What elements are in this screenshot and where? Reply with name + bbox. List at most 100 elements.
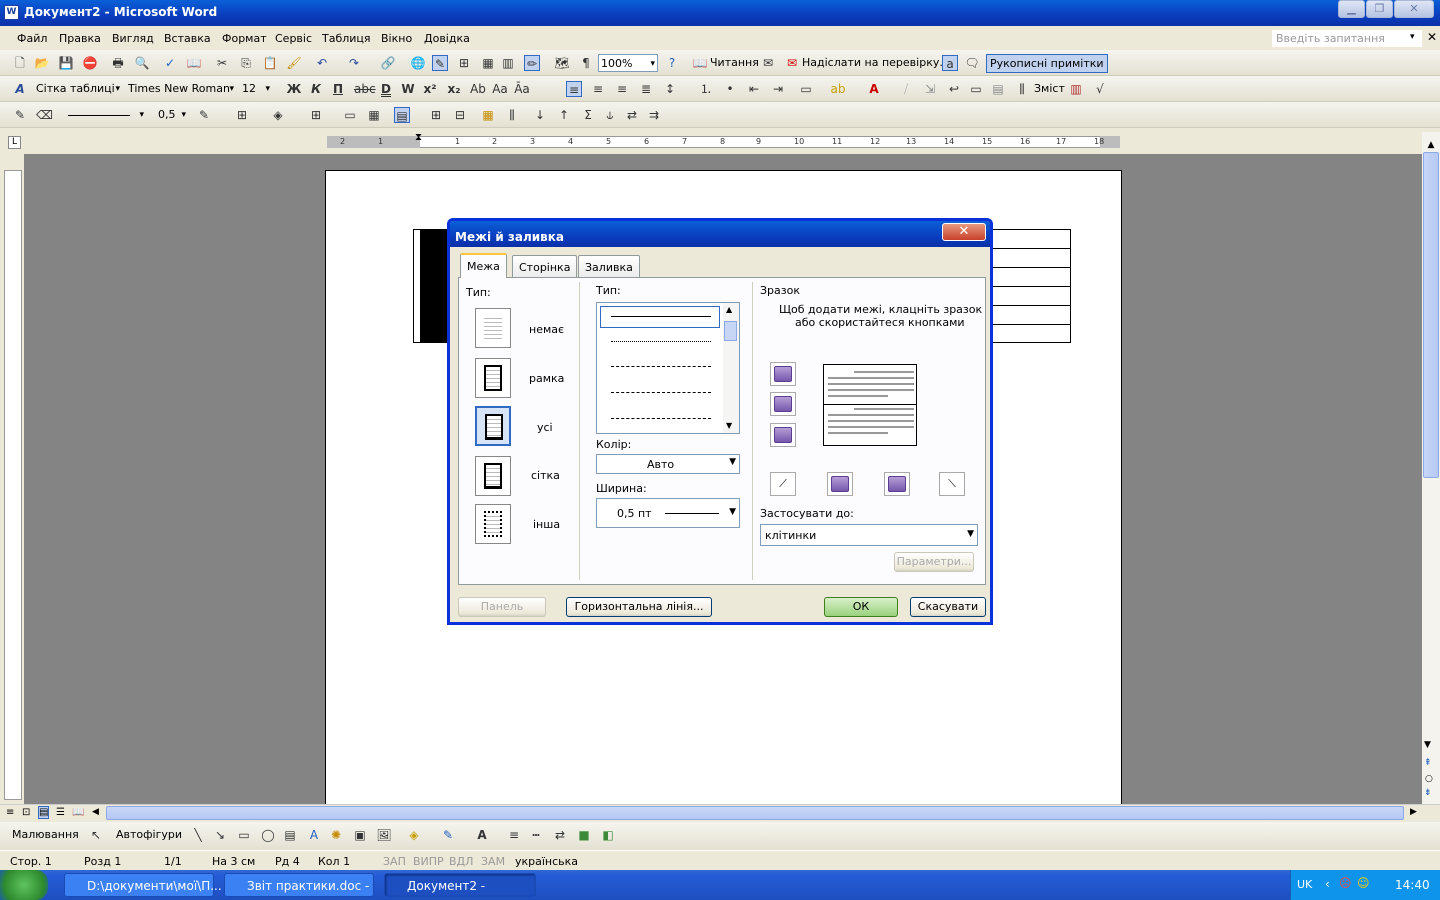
border-color-icon[interactable]: ✎ [196, 107, 212, 123]
style-combo[interactable]: Сітка таблиці [34, 80, 122, 98]
3d-icon[interactable]: ◧ [600, 827, 616, 843]
horizontal-scrollbar[interactable]: ≡ ⊡ ▤ ☰ 📖 ◀ ▶ [0, 804, 1440, 821]
width-dropdown-arrow-icon[interactable]: ▼ [729, 507, 736, 517]
line-icon[interactable]: ╲ [190, 827, 206, 843]
line-style-icon[interactable]: ≡ [506, 827, 522, 843]
task-explorer[interactable]: D:\документи\мої\П... [64, 873, 222, 897]
case-icon[interactable]: Āa [514, 81, 530, 97]
setting-custom-label[interactable]: інша [533, 518, 560, 531]
tab-shading[interactable]: Заливка [578, 255, 640, 277]
tab-page-border[interactable]: Сторінка [512, 255, 578, 277]
cancel-button[interactable]: Скасувати [910, 597, 986, 617]
menu-help[interactable]: Довідка [424, 32, 470, 45]
color-dropdown-arrow-icon[interactable]: ▼ [729, 457, 736, 467]
open-icon[interactable]: 📂 [34, 55, 50, 71]
color-dropdown[interactable]: Авто ▼ [596, 454, 740, 474]
outside-border-icon[interactable]: ▭ [798, 81, 814, 97]
web-view-icon[interactable]: ⊡ [22, 807, 30, 818]
send-for-review-button[interactable]: Надіслати на перевірку... [802, 56, 950, 69]
menu-edit[interactable]: Правка [59, 32, 101, 45]
right-border-button[interactable] [884, 472, 910, 496]
decrease-indent-icon[interactable]: ⇤ [746, 81, 762, 97]
highlight-chars-icon[interactable]: Ab [470, 81, 486, 97]
autosum-icon[interactable]: Σ [580, 107, 596, 123]
autoshapes-menu[interactable]: Автофігури [116, 828, 182, 841]
save-icon[interactable]: 💾 [58, 55, 74, 71]
status-track[interactable]: ВИПР [413, 855, 444, 868]
clipart-icon[interactable]: ▣ [352, 827, 368, 843]
italic-icon[interactable]: К [308, 81, 324, 97]
toolbar-button[interactable]: Панель [458, 597, 546, 617]
frame-icon[interactable]: ▭ [968, 81, 984, 97]
restore-button[interactable]: ❐ [1366, 0, 1393, 18]
tab-selector[interactable]: L [8, 136, 21, 149]
table-left-cell[interactable] [413, 229, 421, 343]
formula-icon[interactable]: √ [1092, 81, 1108, 97]
ink-icon[interactable]: a [942, 55, 958, 71]
options-button[interactable]: Параметри... [894, 552, 974, 572]
align-left-icon[interactable]: ≡ [566, 81, 582, 97]
rectangle-icon[interactable]: ▭ [236, 827, 252, 843]
read-button[interactable]: Читання [710, 56, 759, 69]
toc-button[interactable]: Зміст [1034, 82, 1065, 95]
text-direction-icon[interactable]: ⫼ [504, 107, 520, 123]
cut-icon[interactable]: ✂ [214, 55, 230, 71]
horizontal-ruler[interactable]: L 2 1 1 2 3 4 5 6 7 8 9 10 11 12 13 14 1… [0, 132, 1440, 154]
ink-annotations-button[interactable]: Рукописні примітки [986, 54, 1108, 73]
draw-font-color-icon[interactable]: A [474, 827, 490, 843]
hide-grid-icon[interactable]: ⫝ [602, 107, 618, 123]
reading-view-icon[interactable]: 📖 [72, 807, 84, 818]
format-painter-icon[interactable]: 🖌 [286, 55, 302, 71]
ask-question-input[interactable]: Введіть запитання [1272, 30, 1422, 47]
menu-format[interactable]: Формат [222, 32, 267, 45]
close-doc-icon[interactable]: ✕ [1427, 30, 1437, 44]
table-right-cells[interactable] [991, 229, 1071, 343]
scroll-right-icon[interactable]: ▶ [1410, 807, 1417, 817]
letter-icon[interactable]: ↩ [946, 81, 962, 97]
print-layout-icon[interactable]: ▤ [38, 806, 50, 819]
line-style-list[interactable]: ▲ ▼ [596, 302, 740, 434]
show-hide-icon[interactable]: ¶ [578, 55, 594, 71]
left-border-button[interactable] [827, 472, 853, 496]
arrow-icon[interactable]: ↘ [212, 827, 228, 843]
fill-color-icon[interactable]: ◈ [406, 827, 422, 843]
arrow-style-icon[interactable]: ⇄ [552, 827, 568, 843]
browse-object-icon[interactable]: ○ [1425, 774, 1433, 784]
border-type-icon[interactable]: ⊞ [234, 107, 250, 123]
hscroll-thumb[interactable] [106, 806, 1404, 820]
status-overtype[interactable]: ЗАМ [481, 855, 505, 868]
dialog-close-button[interactable]: ✕ [942, 223, 986, 241]
select-objects-icon[interactable]: ↖ [88, 827, 104, 843]
split-table-icon[interactable]: ⇉ [646, 107, 662, 123]
setting-box-button[interactable] [475, 358, 511, 398]
line-color-icon[interactable]: ✎ [440, 827, 456, 843]
autoformat-icon[interactable]: ▦ [480, 107, 496, 123]
top-border-button[interactable] [770, 362, 796, 386]
vertical-scrollbar[interactable]: ▲ ▼ ⇞ ○ ⇟ [1422, 132, 1440, 804]
diagonal-down-border-button[interactable]: ⟍ [939, 472, 965, 496]
increase-indent-icon[interactable]: ⇥ [770, 81, 786, 97]
undo-icon[interactable]: ↶ [314, 55, 330, 71]
apply-to-dropdown[interactable]: клітинки ▼ [760, 524, 978, 546]
drawing-menu[interactable]: Малювання [12, 828, 79, 841]
table-props-icon[interactable]: ⇄ [624, 107, 640, 123]
oval-icon[interactable]: ◯ [260, 827, 276, 843]
align-right-icon[interactable]: ≡ [614, 81, 630, 97]
ink-comment-icon[interactable]: 🗨 [964, 55, 980, 71]
setting-all-button[interactable] [475, 406, 511, 446]
outline-view-icon[interactable]: ☰ [56, 807, 65, 818]
setting-none-label[interactable]: немає [529, 323, 564, 336]
next-page-icon[interactable]: ⇟ [1424, 788, 1432, 798]
start-button[interactable] [0, 870, 48, 900]
tables-borders-icon[interactable]: ✎ [432, 55, 448, 71]
menu-table[interactable]: Таблиця [322, 32, 371, 45]
textbox-icon[interactable]: ▤ [282, 827, 298, 843]
eraser-icon[interactable]: ⌫ [36, 107, 53, 123]
distribute-rows-icon[interactable]: ⊞ [428, 107, 444, 123]
style-small-dash[interactable] [611, 366, 711, 367]
help-icon[interactable]: ? [664, 55, 680, 71]
prev-page-icon[interactable]: ⇞ [1424, 758, 1432, 768]
menu-file[interactable]: Файл [17, 32, 47, 45]
preview-area[interactable] [823, 364, 917, 446]
print-preview-icon[interactable]: 🔍 [134, 55, 150, 71]
